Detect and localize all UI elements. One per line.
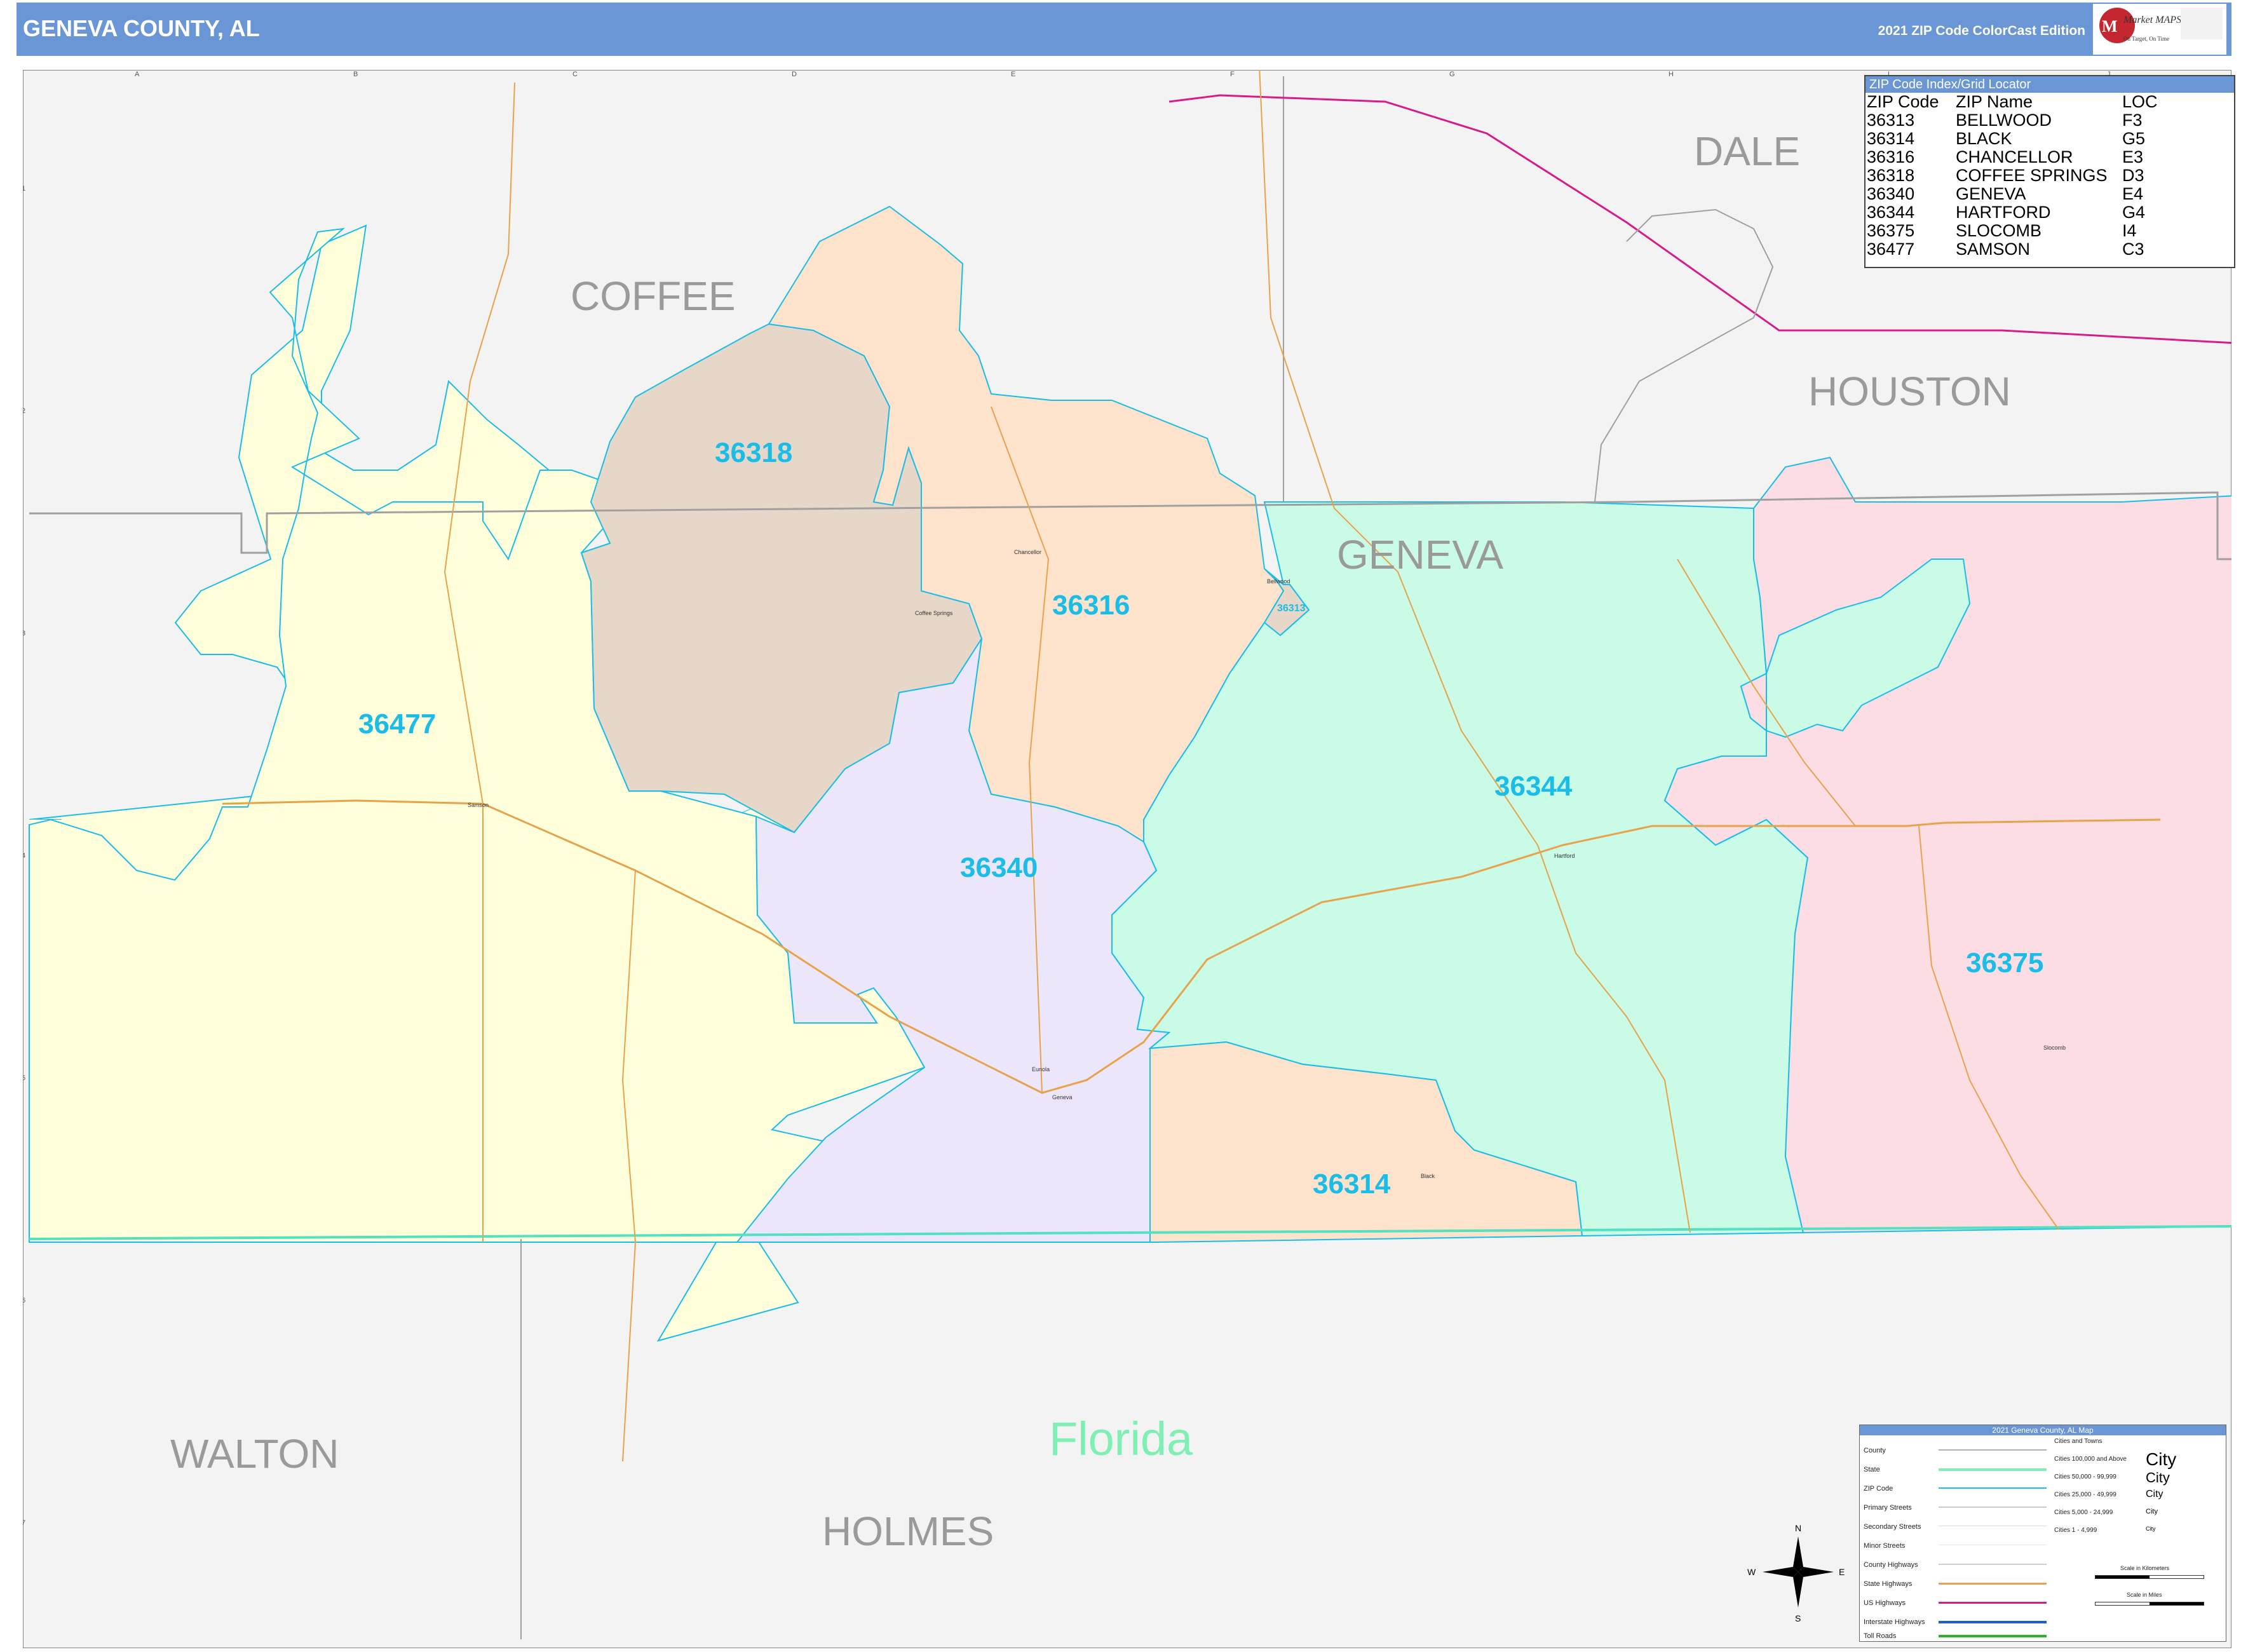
table-row: 36314 BLACK G5 [1867, 129, 2146, 148]
svg-text:6: 6 [23, 1297, 25, 1304]
svg-text:M: M [2102, 17, 2118, 36]
scale-mi-label: Scale in Miles [2127, 1592, 2162, 1598]
scale-km-label: Scale in Kilometers [2120, 1565, 2170, 1571]
zip-label-36318: 36318 [715, 437, 792, 468]
table-row: 36375 SLOCOMB I4 [1867, 221, 2137, 240]
town-label: Chancellor [1014, 549, 1041, 555]
table-row: 36318 COFFEE SPRINGS D3 [1867, 166, 2144, 185]
svg-text:4: 4 [23, 852, 25, 860]
scale-bar-mi [2095, 1602, 2204, 1606]
town-label: Hartford [1554, 853, 1575, 859]
legend-item: Toll Roads [1864, 1632, 1897, 1640]
table-row: 36340 GENEVA E4 [1867, 184, 2144, 203]
header-bar: GENEVA COUNTY, AL 2021 ZIP Code ColorCas… [17, 3, 2231, 56]
table-row: 36316 CHANCELLOR E3 [1867, 147, 2144, 166]
legend-swatch [1939, 1449, 2047, 1451]
legend-swatch [1939, 1468, 2047, 1471]
zip-label-36477: 36477 [358, 708, 436, 740]
zip-label-36314: 36314 [1313, 1168, 1391, 1200]
town-label: Black [1421, 1173, 1435, 1179]
town-label: Eunola [1032, 1066, 1050, 1073]
legend-swatch [1939, 1635, 2047, 1637]
svg-text:C: C [572, 71, 578, 78]
svg-text:N: N [1795, 1523, 1801, 1533]
town-label: Coffee Springs [915, 610, 953, 616]
svg-text:5: 5 [23, 1074, 25, 1082]
zip-label-36316: 36316 [1052, 590, 1130, 621]
county-label-walton: WALTON [170, 1431, 339, 1477]
svg-text:B: B [353, 71, 358, 78]
legend-item: Secondary Streets [1864, 1523, 1921, 1531]
legend-item: US Highways [1864, 1599, 1906, 1607]
svg-text:1: 1 [23, 185, 25, 193]
town-label: Bellwood [1267, 578, 1290, 585]
legend-item: State [1864, 1466, 1880, 1473]
town-label: Slocomb [2043, 1045, 2066, 1051]
table-row: 36344 HARTFORD G4 [1867, 203, 2146, 222]
table-row: 36477 SAMSON C3 [1867, 240, 2144, 259]
county-label-holmes: HOLMES [822, 1508, 994, 1554]
svg-text:A: A [135, 71, 140, 78]
map-legend: 2021 Geneva County, AL Map County State … [1859, 1425, 2226, 1642]
svg-text:S: S [1795, 1613, 1801, 1623]
logo-brand: Market MAPS [2123, 15, 2181, 25]
legend-item: ZIP Code [1864, 1485, 1893, 1493]
svg-text:E: E [1011, 71, 1015, 78]
legend-item: Primary Streets [1864, 1504, 1912, 1512]
legend-swatch [1939, 1506, 2047, 1508]
town-label: Samson [468, 802, 489, 808]
svg-text:3: 3 [23, 630, 25, 637]
legend-swatch [1939, 1621, 2047, 1623]
legend-title: 2021 Geneva County, AL Map [1860, 1425, 2226, 1435]
state-label: Florida [1049, 1412, 1193, 1465]
svg-text:H: H [1669, 71, 1674, 78]
town-label: Geneva [1052, 1094, 1073, 1100]
edition-label: 2021 ZIP Code ColorCast Edition [1878, 24, 2085, 38]
legend-swatch [1939, 1487, 2047, 1489]
legend-item: Interstate Highways [1864, 1618, 1925, 1626]
svg-text:2: 2 [23, 407, 25, 415]
zip-label-36313: 36313 [1277, 603, 1306, 614]
legend-item: State Highways [1864, 1580, 1913, 1588]
legend-item: County [1864, 1447, 1886, 1454]
county-label-dale: DALE [1694, 128, 1800, 174]
svg-text:W: W [1747, 1567, 1756, 1577]
zip-index-title: ZIP Code Index/Grid Locator [1865, 76, 2234, 93]
county-label-coffee: COFFEE [571, 273, 736, 319]
scale-bar-km [2095, 1575, 2204, 1579]
table-header-row: ZIP Code ZIP Name LOC [1867, 92, 2158, 111]
svg-text:E: E [1839, 1567, 1845, 1577]
svg-text:G: G [1449, 71, 1455, 78]
cities-header: Cities and Towns [2054, 1438, 2102, 1445]
zip-index-table: ZIP Code ZIP Name LOC 36313 BELLWOOD F3 36… [1867, 93, 2158, 259]
legend-item: County Highways [1864, 1561, 1918, 1569]
legend-swatch [1939, 1564, 2047, 1565]
svg-text:F: F [1230, 71, 1235, 78]
legend-item: Minor Streets [1864, 1542, 1906, 1550]
map-title: GENEVA COUNTY, AL [23, 15, 260, 41]
zip-label-36375: 36375 [1966, 947, 2043, 978]
svg-text:D: D [792, 71, 797, 78]
map-canvas[interactable]: A B C D E F G H I J 1 2 3 4 5 6 7 DALE C… [22, 37, 2237, 1649]
svg-text:7: 7 [23, 1519, 25, 1527]
logo-tagline: On Target, On Time [2123, 36, 2169, 42]
zip-index-panel: ZIP Code Index/Grid Locator ZIP Code ZIP… [1864, 75, 2235, 268]
market-maps-logo: M Market MAPS On Target, On Time [2093, 4, 2226, 55]
zip-label-36340: 36340 [960, 852, 1038, 883]
table-row: 36313 BELLWOOD F3 [1867, 111, 2143, 130]
legend-swatch [1939, 1602, 2047, 1604]
legend-swatch [1939, 1583, 2047, 1585]
county-label-geneva: GENEVA [1337, 532, 1503, 578]
zip-label-36344: 36344 [1494, 771, 1573, 802]
county-label-houston: HOUSTON [1808, 369, 2011, 414]
